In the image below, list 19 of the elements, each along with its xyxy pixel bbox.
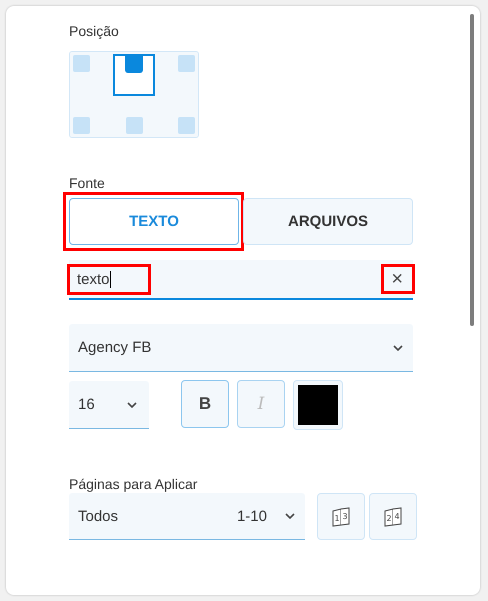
chevron-icon (285, 513, 295, 519)
pages-button[interactable]: 1 3 (317, 493, 365, 540)
tab[interactable]: TEXTO (69, 198, 239, 245)
section-label: Posição (69, 22, 120, 40)
size-select[interactable]: 16 (69, 381, 149, 429)
bold-button[interactable]: B (181, 380, 229, 428)
pages-button[interactable]: 2 4 (369, 493, 417, 540)
pages-select[interactable]: Todos 1-10 (69, 493, 305, 540)
field-value: texto (77, 270, 110, 288)
section-label: Fonte (69, 174, 106, 192)
chevron-icon (393, 344, 403, 350)
font-select[interactable]: Agency FB (69, 324, 413, 372)
chevron-icon (127, 402, 137, 408)
tab[interactable]: ARQUIVOS (243, 198, 413, 245)
section-label: Páginas para Aplicar (69, 475, 198, 493)
scrollbar-thumb[interactable] (470, 14, 474, 326)
clear-button[interactable]: × (387, 268, 407, 290)
position-slot[interactable] (113, 54, 155, 96)
text-field[interactable]: texto × (69, 260, 413, 300)
